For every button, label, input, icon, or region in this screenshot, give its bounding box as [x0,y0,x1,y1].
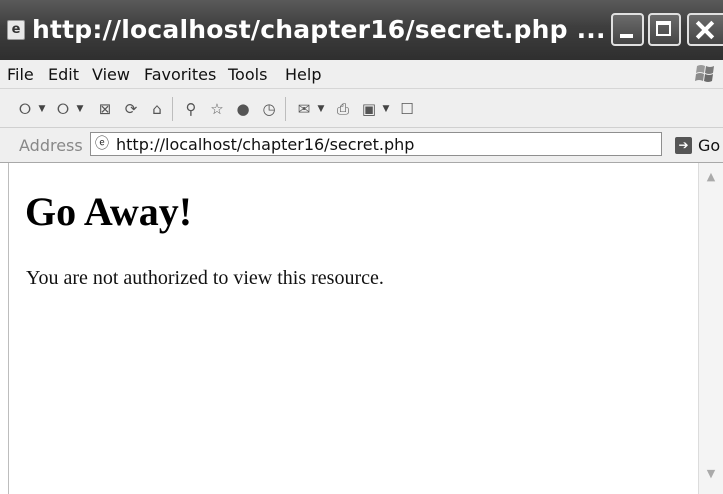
address-label: Address [19,136,83,155]
menu-tools[interactable]: Tools [228,65,267,84]
toolbar-separator [172,97,173,121]
scroll-down-icon[interactable]: ▼ [703,466,719,482]
mail-icon[interactable]: ✉ [295,100,313,118]
forward-icon[interactable]: ⭘ [54,100,72,118]
address-url[interactable]: http://localhost/chapter16/secret.php [116,135,414,154]
mail-dropdown-icon[interactable]: ▼ [317,100,325,118]
toolbar: ⭘ ▼ ⭘ ▼ ⊠ ⟳ ⌂ ⚲ ☆ ● ◷ ✉ ▼ ⎙ ▣ ▼ ☐ [0,89,723,128]
edit-icon[interactable]: ▣ [360,100,378,118]
edit-dropdown-icon[interactable]: ▼ [382,100,390,118]
menu-edit[interactable]: Edit [48,65,79,84]
back-dropdown-icon[interactable]: ▼ [38,100,46,118]
forward-dropdown-icon[interactable]: ▼ [76,100,84,118]
vertical-scrollbar[interactable]: ▲ ▼ [698,163,723,494]
print-icon[interactable]: ⎙ [334,100,352,118]
history-icon[interactable]: ◷ [260,100,278,118]
menu-file[interactable]: File [7,65,34,84]
minimize-button[interactable] [611,13,644,46]
window-title: http://localhost/chapter16/secret.php ..… [32,15,606,44]
go-button[interactable]: Go [698,136,720,155]
menu-help[interactable]: Help [285,65,321,84]
refresh-icon[interactable]: ⟳ [122,100,140,118]
maximize-button[interactable] [648,13,681,46]
address-bar: Address ⓔ http://localhost/chapter16/sec… [0,128,723,163]
discuss-icon[interactable]: ☐ [398,100,416,118]
favorites-icon[interactable]: ☆ [208,100,226,118]
menu-view[interactable]: View [92,65,130,84]
page-message: You are not authorized to view this reso… [26,267,384,289]
home-icon[interactable]: ⌂ [148,100,166,118]
windows-logo-icon [695,65,714,82]
media-icon[interactable]: ● [234,100,252,118]
address-input[interactable]: ⓔ http://localhost/chapter16/secret.php … [90,132,662,156]
toolbar-separator [285,97,286,121]
scroll-up-icon[interactable]: ▲ [703,169,719,185]
page-content: Go Away! You are not authorized to view … [8,163,698,494]
title-bar: e http://localhost/chapter16/secret.php … [0,0,723,61]
menu-bar: File Edit View Favorites Tools Help [0,60,723,89]
go-arrow-icon[interactable]: ➔ [675,137,692,154]
menu-favorites[interactable]: Favorites [144,65,216,84]
page-heading: Go Away! [25,189,193,234]
ie-page-icon: e [7,20,25,40]
page-icon: ⓔ [95,136,109,152]
stop-icon[interactable]: ⊠ [96,100,114,118]
search-icon[interactable]: ⚲ [182,100,200,118]
close-button[interactable] [687,13,723,46]
back-icon[interactable]: ⭘ [16,100,34,118]
